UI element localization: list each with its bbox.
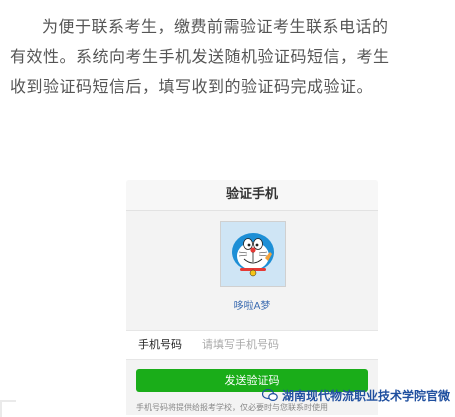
verify-phone-screen: 验证手机 哆啦A梦 手机号码 请填写手机号码 发送验证码 手机号码将提供给报考学…: [126, 180, 378, 415]
instruction-line: 为便于联系考生，缴费前需验证考生联系电话的: [42, 17, 389, 36]
screen-title: 验证手机: [126, 180, 378, 211]
nickname-link[interactable]: 哆啦A梦: [126, 297, 378, 312]
instruction-line: 有效性。系统向考生手机发送随机验证码短信，考生: [10, 47, 390, 66]
profile-area: 哆啦A梦: [126, 211, 378, 333]
instruction-text: 为便于联系考生，缴费前需验证考生联系电话的 有效性。系统向考生手机发送随机验证码…: [10, 12, 450, 102]
avatar: [220, 221, 286, 287]
phone-number-row: 手机号码: [126, 330, 378, 360]
phone-number-label: 手机号码: [138, 338, 182, 351]
corner-decoration: [0, 400, 16, 417]
watermark-text: 湖南现代物流职业技术学院官微: [282, 388, 451, 403]
phone-number-input[interactable]: [202, 331, 370, 359]
doraemon-avatar-icon: [221, 222, 285, 286]
wechat-icon: [262, 388, 278, 402]
account-watermark: 湖南现代物流职业技术学院官微: [262, 385, 450, 405]
instruction-line: 收到验证码短信后，填写收到的验证码完成验证。: [10, 77, 374, 96]
